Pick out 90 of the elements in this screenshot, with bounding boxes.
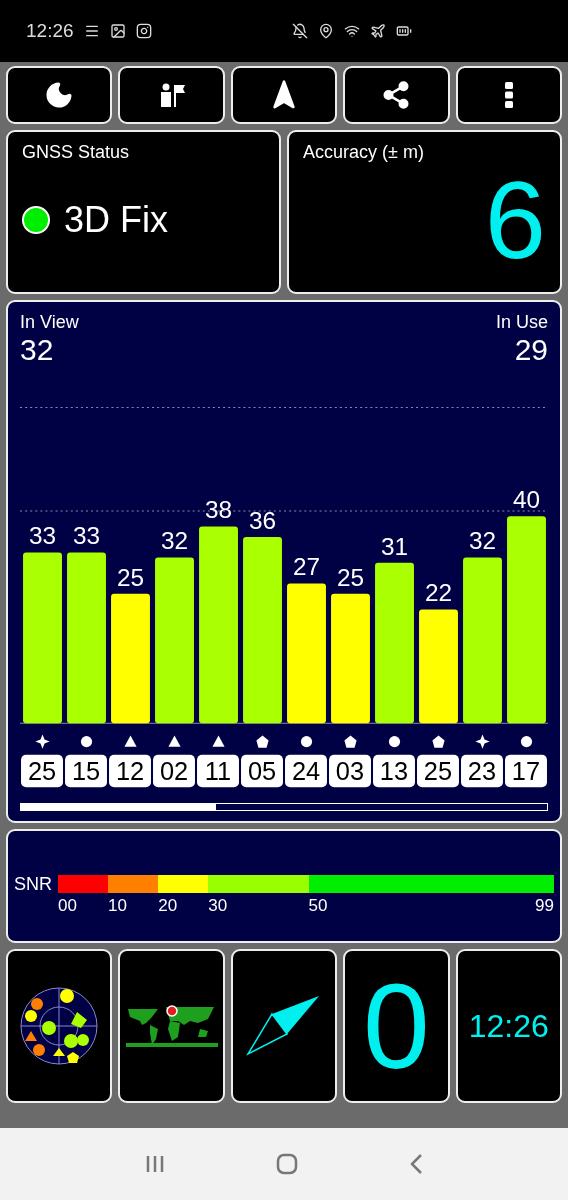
x-tick-label: 11 [204,757,232,786]
star-icon [35,734,50,749]
snr-value: 25 [116,563,145,591]
fix-status-dot [22,206,50,234]
scale-tick: 10 [108,896,128,917]
scale-tick: 99 [535,896,554,917]
snr-value: 27 [292,553,321,581]
circle-icon [300,736,313,748]
satellite-id: 23 [461,754,503,788]
x-tick-label: 25 [423,757,453,786]
scale-tick: 50 [308,896,328,917]
scale-tick: 00 [58,896,77,917]
image-icon [109,23,126,39]
triangle-icon [124,735,137,747]
in-view-label: In View [20,312,79,333]
camera-icon [135,23,152,39]
recent-apps-icon[interactable] [145,1155,166,1173]
card-title: Accuracy (± m) [303,142,425,163]
satellite-id: 11 [197,754,239,788]
location-icon [318,23,334,39]
in-view-count: 32 [20,333,54,367]
circle-icon [388,736,401,748]
x-tick-label: 15 [71,757,101,786]
menu-icon [504,82,513,108]
x-tick-label: 25 [27,757,57,786]
snr-value: 33 [28,522,57,550]
person-flag-button[interactable] [118,66,225,124]
snr-value: 36 [248,506,277,534]
satellite-id: 25 [417,754,459,788]
snr-value: 22 [424,579,453,607]
snr-value: 40 [512,486,541,514]
share-button[interactable] [343,66,450,124]
snr-label: SNR [14,873,52,895]
home-icon[interactable] [276,1153,298,1175]
satellite-id: 25 [21,754,63,788]
snr-value: 32 [160,527,189,555]
x-tick-label: 24 [291,757,321,786]
sky-plot-tile[interactable] [6,949,113,1104]
clock-text: 12:26 [26,20,74,42]
triangle-icon [168,735,181,747]
speed-tile[interactable]: 0 [343,949,450,1104]
snr-value: 38 [204,496,233,524]
satellite-id: 12 [109,754,151,788]
x-tick-label: 17 [511,757,541,786]
satellite-id: 15 [65,754,107,788]
accuracy-value: 6 [484,165,546,275]
fix-text: 3D Fix [64,199,168,241]
snr-value: 31 [380,532,409,560]
scale-tick: 30 [208,896,228,917]
satellite-id: 03 [329,754,371,788]
battery-icon [396,23,412,39]
back-icon[interactable] [408,1153,423,1175]
x-tick-label: 23 [467,757,497,786]
x-tick-label: 05 [247,757,277,786]
navigation-button[interactable] [230,66,338,124]
satellite-id: 13 [373,754,415,788]
satellite-id: 02 [153,754,195,788]
speed-value: 0 [363,966,430,1087]
snr-value: 32 [468,527,497,555]
clock-value: 12:26 [468,1007,549,1045]
mute-icon [292,23,308,39]
circle-icon [80,736,93,748]
card-title: GNSS Status [22,142,131,163]
x-tick-label: 02 [159,757,189,786]
scale-tick: 20 [158,896,178,917]
circle-icon [520,736,533,748]
wifi-icon [344,23,360,39]
x-tick-label: 13 [379,757,409,786]
more-button[interactable] [455,66,562,124]
clock-tile[interactable]: 12:26 [455,949,562,1104]
in-use-count: 29 [514,333,548,367]
night-mode-button[interactable] [6,66,113,124]
airplane-icon [370,23,386,39]
snr-value: 33 [72,522,101,550]
in-use-label: In Use [495,312,548,333]
x-tick-label: 03 [335,757,365,786]
notification-icon [83,23,100,39]
triangle-icon [212,735,225,747]
satellite-id: 05 [241,754,283,788]
x-tick-label: 12 [115,757,145,786]
star-icon [475,734,490,749]
pentagon-icon [344,735,357,748]
compass-needle-icon [246,994,322,1059]
pentagon-icon [256,735,269,748]
satellite-id: 17 [505,754,547,788]
snr-value: 25 [336,563,365,591]
pentagon-icon [432,735,445,748]
satellite-id: 24 [285,754,327,788]
compass-tile[interactable] [230,949,338,1104]
world-map-tile[interactable] [118,949,225,1104]
